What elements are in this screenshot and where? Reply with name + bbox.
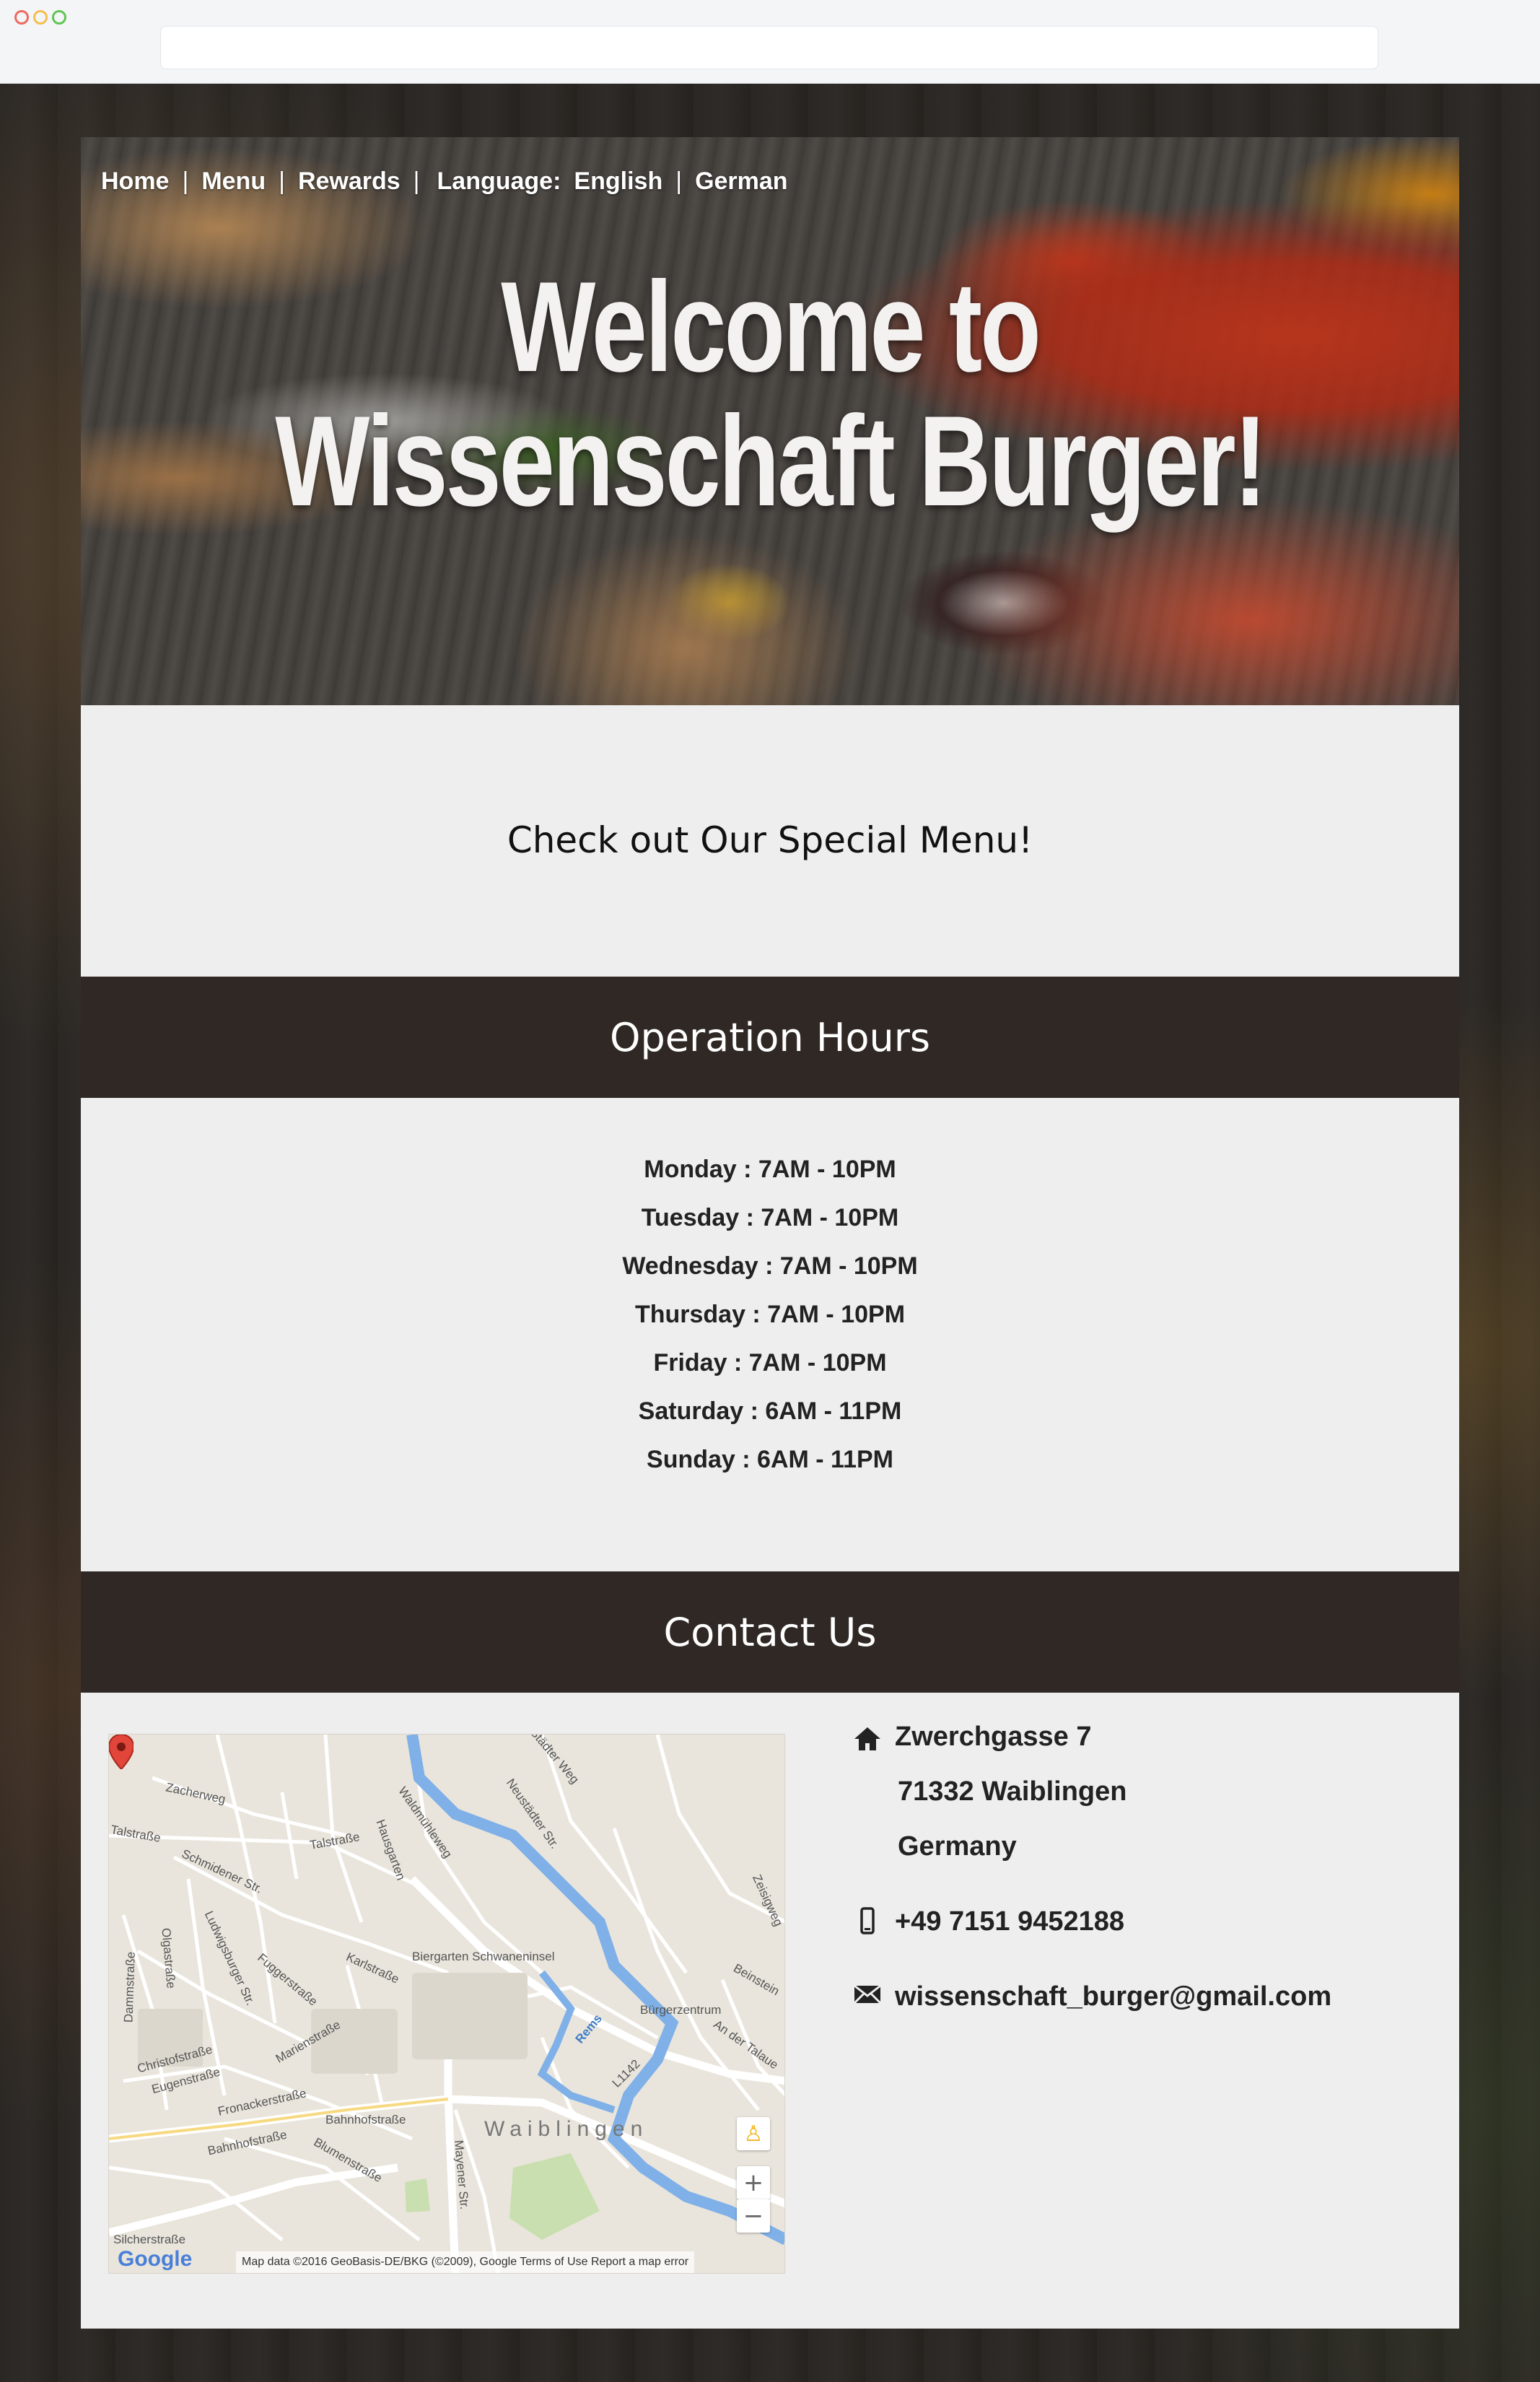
minimize-window-dot[interactable] <box>33 10 48 25</box>
page-container: Home | Menu | Rewards | Language: Englis… <box>81 137 1459 2329</box>
contact-section: Zacherweg Talstraße Talstraße Schmidener… <box>81 1693 1459 2329</box>
operation-hours-section: Monday : 7AM - 10PM Tuesday : 7AM - 10PM… <box>81 1098 1459 1571</box>
street-view-pegman-icon[interactable]: ♙ <box>737 2117 770 2150</box>
hours-row-monday: Monday : 7AM - 10PM <box>644 1156 896 1183</box>
google-logo: Google <box>118 2247 193 2271</box>
envelope-icon <box>853 1984 882 2004</box>
map-footer: Google Map data ©2016 GeoBasis-DE/BKG (©… <box>109 2247 784 2273</box>
language-label: Language: <box>437 167 561 195</box>
phone-number[interactable]: +49 7151 9452188 <box>895 1906 1124 1937</box>
zoom-in-button[interactable]: + <box>737 2166 770 2199</box>
address-line2: 71332 Waiblingen <box>898 1776 1127 1807</box>
map-town-label: Waiblingen <box>484 2117 649 2141</box>
language-english-link[interactable]: English <box>574 167 662 196</box>
map-label: Bürgerzentrum <box>640 2003 722 2017</box>
special-menu-section: Check out Our Special Menu! <box>81 705 1459 977</box>
top-nav: Home | Menu | Rewards | Language: Englis… <box>101 167 788 196</box>
nav-separator: | <box>675 167 683 195</box>
hero-banner: Home | Menu | Rewards | Language: Englis… <box>81 137 1459 705</box>
map-attribution[interactable]: Map data ©2016 GeoBasis-DE/BKG (©2009), … <box>236 2251 695 2273</box>
home-icon <box>854 1727 880 1750</box>
contact-heading: Contact Us <box>81 1571 1459 1693</box>
browser-chrome <box>0 0 1540 84</box>
map-label: Biergarten Schwaneninsel <box>412 1950 555 1963</box>
nav-home-link[interactable]: Home <box>101 167 169 196</box>
map-marker-icon[interactable] <box>109 1735 134 1769</box>
window-controls <box>14 10 66 25</box>
zoom-out-button[interactable]: − <box>737 2199 770 2233</box>
hours-row-thursday: Thursday : 7AM - 10PM <box>634 1301 906 1328</box>
hours-row-friday: Friday : 7AM - 10PM <box>653 1349 887 1377</box>
hero-title-line2: Wissenschaft Burger! <box>275 389 1266 533</box>
address-line3: Germany <box>898 1831 1017 1862</box>
hours-row-sunday: Sunday : 6AM - 11PM <box>647 1446 893 1473</box>
special-menu-link[interactable]: Check out Our Special Menu! <box>81 819 1459 861</box>
map-label: Silcherstraße <box>113 2233 186 2246</box>
hours-row-tuesday: Tuesday : 7AM - 10PM <box>641 1204 899 1231</box>
hours-row-wednesday: Wednesday : 7AM - 10PM <box>622 1252 918 1280</box>
close-window-dot[interactable] <box>14 10 29 25</box>
google-map[interactable]: Zacherweg Talstraße Talstraße Schmidener… <box>108 1734 785 2274</box>
hours-row-saturday: Saturday : 6AM - 11PM <box>638 1397 902 1425</box>
email-link[interactable]: wissenschaft_burger@gmail.com <box>895 1981 1331 2012</box>
nav-rewards-link[interactable]: Rewards <box>298 167 401 196</box>
address-line1: Zwerchgasse 7 <box>895 1722 1092 1752</box>
nav-separator: | <box>413 167 420 195</box>
hero-title: Welcome to Wissenschaft Burger! <box>232 260 1308 528</box>
mobile-phone-icon <box>860 1907 875 1934</box>
map-label: Bahnhofstraße <box>325 2113 406 2126</box>
hero-title-line1: Welcome to <box>501 255 1041 398</box>
nav-separator: | <box>279 167 285 195</box>
hours-list: Monday : 7AM - 10PM Tuesday : 7AM - 10PM… <box>81 1146 1459 1484</box>
map-label: Dammstraße <box>121 1951 138 2023</box>
address-bar[interactable] <box>160 26 1378 69</box>
operation-hours-heading: Operation Hours <box>81 977 1459 1098</box>
nav-menu-link[interactable]: Menu <box>201 167 266 196</box>
nav-separator: | <box>182 167 189 195</box>
language-german-link[interactable]: German <box>695 167 788 196</box>
maximize-window-dot[interactable] <box>52 10 66 25</box>
